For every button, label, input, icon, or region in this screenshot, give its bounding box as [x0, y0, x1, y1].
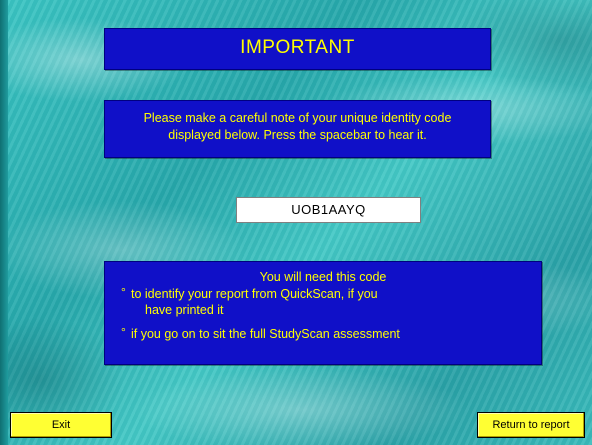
identity-code-box: UOB1AAYQ [236, 197, 421, 223]
info-panel: You will need this code ° to identify yo… [104, 261, 542, 365]
page-title: IMPORTANT [240, 37, 355, 58]
bullet-1-line-2: have printed it [145, 303, 224, 317]
bullet-icon: ° [121, 285, 126, 299]
exit-button-label: Exit [51, 419, 71, 431]
return-to-report-button[interactable]: Return to report [477, 412, 585, 438]
return-to-report-label: Return to report [492, 419, 570, 431]
bullet-1-line-1: to identify your report from QuickScan, … [131, 287, 378, 301]
instruction-line-1: Please make a careful note of your uniqu… [143, 111, 452, 125]
instruction-panel: Please make a careful note of your uniqu… [104, 100, 491, 158]
identity-code: UOB1AAYQ [291, 202, 366, 217]
title-panel: IMPORTANT [104, 28, 491, 70]
info-heading: You will need this code [259, 270, 387, 284]
bullet-icon: ° [121, 325, 126, 339]
instruction-line-2: displayed below. Press the spacebar to h… [168, 128, 427, 142]
bullet-2-text: if you go on to sit the full StudyScan a… [131, 327, 400, 341]
window-edge [0, 0, 8, 445]
exit-button[interactable]: Exit [10, 412, 112, 438]
instruction-text: Please make a careful note of your uniqu… [105, 110, 490, 144]
